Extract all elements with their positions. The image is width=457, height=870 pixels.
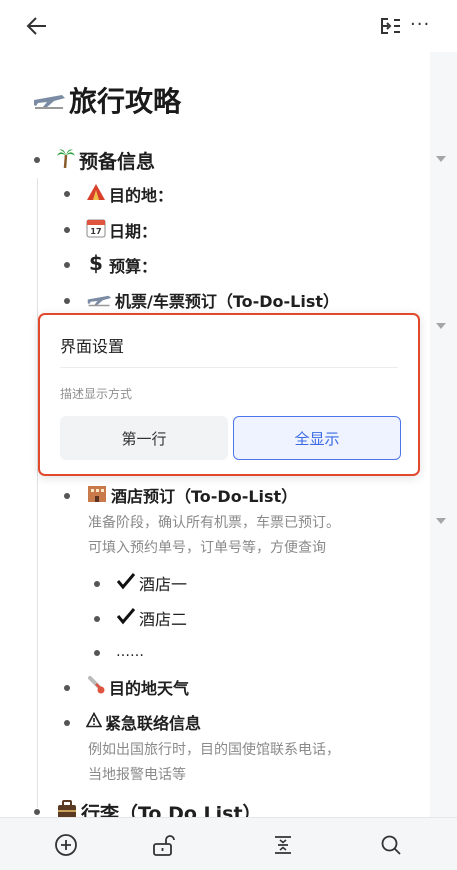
bullet-dot: [64, 298, 70, 304]
item-note[interactable]: 可填入预约单号，订单号等，方便查询: [88, 536, 326, 560]
list-item-label: 日期：: [109, 222, 158, 241]
bullet-dot: [34, 809, 40, 815]
bullet-dot: [34, 157, 40, 163]
list-item-label: ……: [116, 644, 144, 660]
bullet-dot: [64, 720, 70, 726]
list-item-label: 预备信息: [79, 150, 156, 173]
list-item-label: 酒店一: [139, 575, 188, 594]
page-title[interactable]: 旅行攻略: [32, 80, 181, 120]
more-button[interactable]: ···: [410, 14, 446, 38]
search-button[interactable]: [378, 832, 404, 858]
warning-icon: [85, 711, 103, 732]
bullet-dot: [94, 581, 100, 587]
list-item-destination[interactable]: 目的地：: [86, 180, 173, 208]
back-arrow-icon: [26, 17, 46, 35]
dollar-icon: $: [86, 251, 106, 278]
list-item-hotel-2[interactable]: 酒店二: [116, 604, 187, 632]
outline-toggle-button[interactable]: [378, 14, 404, 38]
bullet-dot: [64, 191, 70, 197]
bullet-dot: [64, 493, 70, 499]
collapse-arrow-icon[interactable]: [436, 322, 446, 330]
calendar-icon: 17: [86, 218, 106, 242]
list-item-more[interactable]: ……: [116, 640, 144, 664]
bullet-dot: [64, 262, 70, 268]
bullet-dot: [64, 685, 70, 691]
tent-icon: [86, 183, 106, 205]
collapse-all-button[interactable]: [270, 832, 296, 858]
list-item-weather[interactable]: 目的地天气: [86, 673, 189, 701]
palm-tree-icon: [56, 147, 76, 174]
list-item-label: 目的地：: [109, 186, 174, 205]
list-item-emergency[interactable]: 紧急联络信息: [85, 708, 202, 736]
list-item-label: 机票/车票预订（To-Do-List）: [115, 292, 340, 311]
search-icon: [381, 835, 401, 855]
item-note[interactable]: 例如出国旅行时，目的国使馆联系电话，: [88, 738, 340, 762]
unlock-icon: [153, 835, 175, 856]
popup-divider: [60, 367, 398, 368]
top-bar: ···: [0, 0, 457, 52]
list-item-hotel-booking[interactable]: 酒店预订（To-Do-List）: [86, 481, 297, 509]
list-item-label: 酒店预订（To-Do-List）: [111, 487, 298, 506]
list-item-label: 紧急联络信息: [105, 714, 202, 733]
popup-description: 描述显示方式: [60, 387, 133, 401]
svg-text:$: $: [89, 252, 103, 274]
first-line-option-button[interactable]: 第一行: [60, 416, 228, 460]
list-item-prep-info[interactable]: 预备信息: [56, 145, 155, 175]
bullet-dot: [94, 616, 100, 622]
show-all-option-button[interactable]: 全显示: [233, 416, 401, 460]
collapse-arrow-icon[interactable]: [436, 155, 446, 163]
airplane-icon: [32, 84, 66, 117]
outline-icon: [381, 18, 400, 34]
list-item-label: 目的地天气: [109, 679, 190, 698]
list-item-label: 预算：: [109, 257, 158, 276]
check-icon: [116, 572, 136, 594]
add-button[interactable]: [53, 832, 79, 858]
title-text: 旅行攻略: [69, 85, 182, 118]
list-item-tickets[interactable]: 机票/车票预订（To-Do-List）: [86, 286, 339, 314]
unlock-button[interactable]: [150, 832, 176, 858]
check-icon: [116, 607, 136, 629]
airplane-icon: [86, 289, 112, 311]
hotel-icon: [86, 483, 108, 507]
item-note[interactable]: 当地报警电话等: [88, 763, 186, 787]
display-settings-popup: 界面设置 描述显示方式 第一行 全显示: [38, 313, 420, 476]
thermometer-icon: [86, 675, 106, 699]
svg-text:17: 17: [90, 227, 101, 236]
collapse-lines-icon: [275, 836, 291, 854]
back-button[interactable]: [22, 12, 52, 40]
list-item-label: 酒店二: [139, 610, 188, 629]
indent-guide: [37, 178, 38, 808]
plus-circle-icon: [55, 834, 77, 856]
popup-title: 界面设置: [60, 337, 125, 356]
item-note[interactable]: 准备阶段，确认所有机票，车票已预订。: [88, 511, 340, 535]
bullet-dot: [94, 650, 100, 656]
bottom-toolbar: [0, 817, 457, 870]
list-item-hotel-1[interactable]: 酒店一: [116, 569, 187, 597]
bullet-dot: [64, 227, 70, 233]
collapse-arrow-icon[interactable]: [436, 517, 446, 525]
scroll-gutter: [430, 52, 457, 817]
list-item-date[interactable]: 17 日期：: [86, 216, 157, 244]
list-item-budget[interactable]: $ 预算：: [86, 251, 157, 279]
